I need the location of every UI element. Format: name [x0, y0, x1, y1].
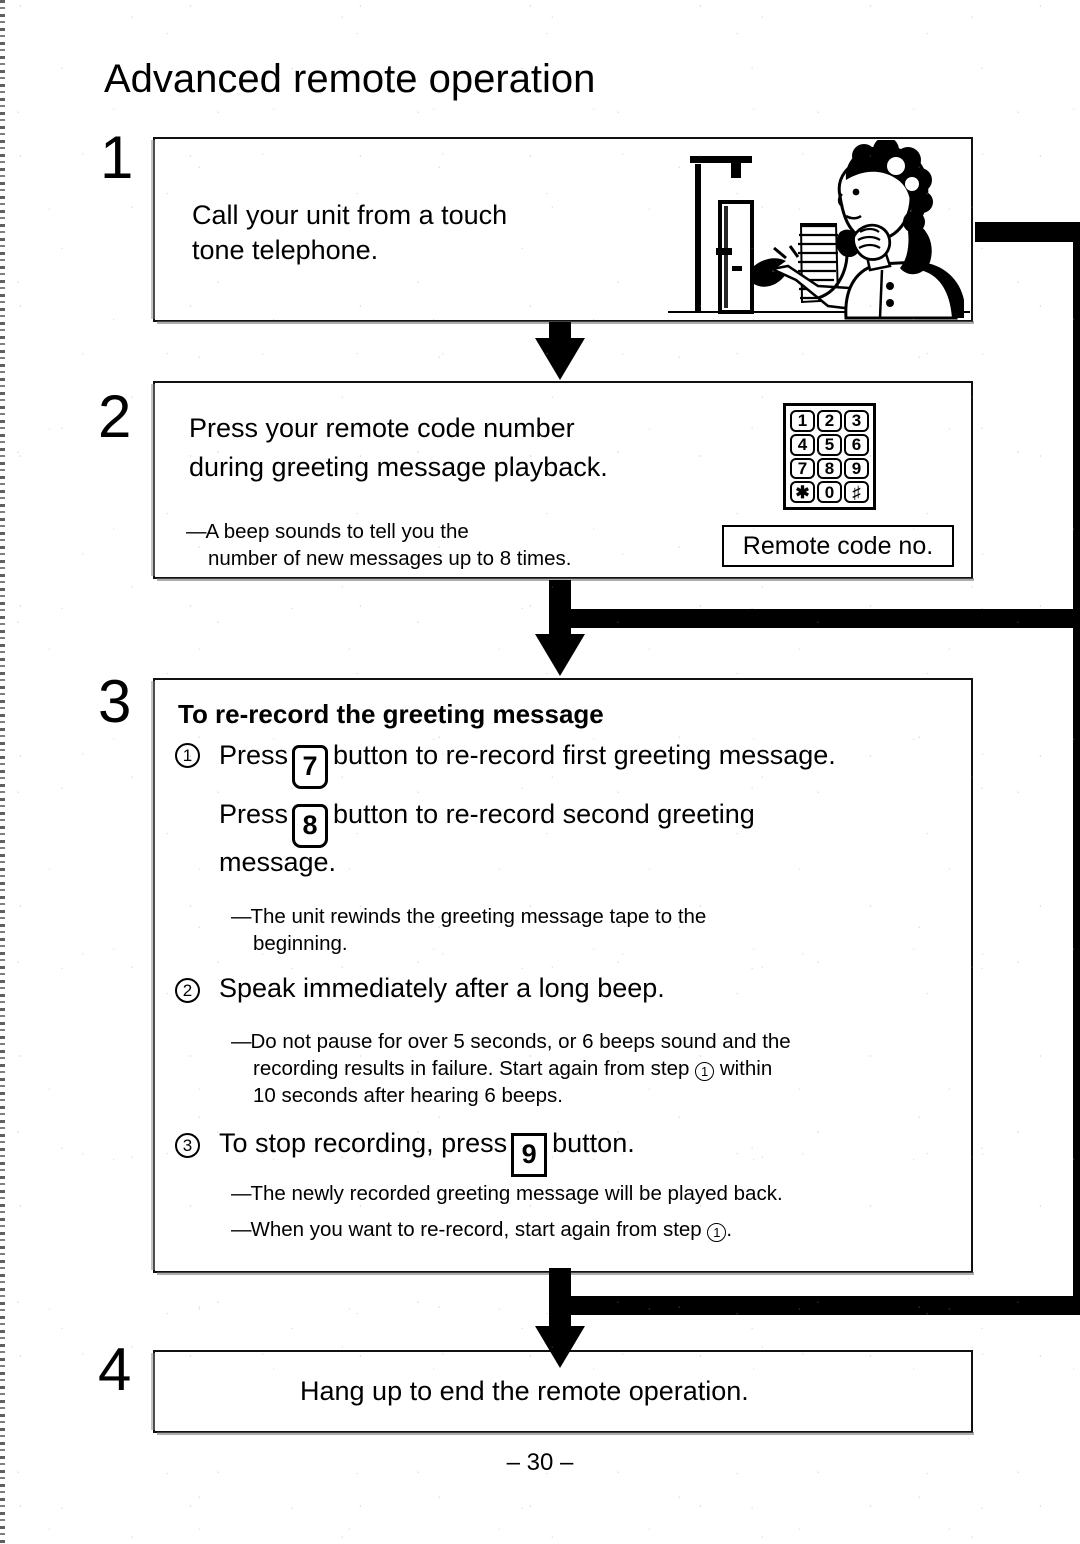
- key-chip-7[interactable]: 7: [292, 744, 329, 789]
- step-3-item-3: 3: [175, 1133, 200, 1158]
- inline-ref-circled-1: 1: [695, 1062, 715, 1081]
- step-2-text-line-1: Press your remote code number: [189, 413, 575, 443]
- note-dash: —: [231, 1030, 251, 1053]
- note-line-2b: within: [719, 1057, 773, 1080]
- keypad-key-2[interactable]: 2: [817, 410, 842, 432]
- step-3-item-1-line-1: Press 7 button to re-record first greeting…: [219, 738, 979, 789]
- step-number-3: 3: [98, 668, 132, 735]
- list-marker-circled-3: 3: [175, 1133, 200, 1158]
- step-2-note-line-1: A beep sounds to tell you the: [205, 520, 469, 543]
- press-suffix-2: button to re-record second greeting: [333, 799, 755, 829]
- note-line-2: beginning.: [253, 932, 348, 955]
- step-3-item-2-note: —Do not pause for over 5 seconds, or 6 b…: [231, 1028, 961, 1109]
- note-line-1a: When you want to re-record, start again …: [250, 1218, 702, 1241]
- step-3-heading: To re-record the greeting message: [178, 699, 604, 729]
- keypad-key-5[interactable]: 5: [817, 433, 842, 456]
- right-margin-rail: [1073, 225, 1080, 1315]
- note-line-1: The unit rewinds the greeting message ta…: [250, 905, 707, 928]
- remote-code-no-label: Remote code no.: [722, 525, 954, 567]
- key-chip-9[interactable]: 9: [511, 1132, 548, 1177]
- keypad-key-3[interactable]: 3: [844, 410, 869, 432]
- step-3-item-1-line-2: Press 8 button to re-record second greetin…: [219, 797, 979, 848]
- page-title: Advanced remote operation: [104, 57, 596, 101]
- step-3-item-3-text: To stop recording, press 9 button.: [219, 1126, 635, 1177]
- keypad-key-7[interactable]: 7: [790, 457, 815, 480]
- keypad-key-hash[interactable]: ♯: [844, 481, 869, 503]
- note-dash: —: [231, 1182, 251, 1205]
- flow-arrow-3-to-4: [530, 1268, 590, 1368]
- step-2-note-line-2: number of new messages up to 8 times.: [208, 547, 572, 570]
- note-line-1: Do not pause for over 5 seconds, or 6 be…: [250, 1030, 791, 1053]
- flow-arrow-2-to-3: [530, 580, 590, 678]
- step-2-text-line-2: during greeting message playback.: [189, 452, 608, 482]
- scan-edge-artifact: [0, 0, 5, 1544]
- press-suffix-1: button to re-record first greeting messa…: [333, 740, 836, 770]
- connector-bar-step2: [560, 609, 1080, 628]
- keypad-graphic: 1 2 3 4 5 6 7 8 9 ✱ 0 ♯: [783, 403, 876, 510]
- arrow-head: [535, 338, 585, 380]
- note-line-2a: recording results in failure. Start agai…: [253, 1057, 690, 1080]
- inline-ref-circled-1: 1: [707, 1223, 727, 1242]
- step-3-item-2-text: Speak immediately after a long beep.: [219, 973, 665, 1003]
- note-dash: —: [231, 1218, 251, 1241]
- flow-arrow-1-to-2: [530, 322, 590, 380]
- step-3-item-1-note: —The unit rewinds the greeting message t…: [231, 903, 951, 957]
- press-label-2: Press: [219, 799, 289, 829]
- step-1-text-line-1: Call your unit from a touch: [192, 200, 508, 230]
- stop-recording-suffix: button.: [552, 1128, 635, 1158]
- page-number: – 30 –: [506, 1449, 574, 1476]
- step-1-text-line-2: tone telephone.: [192, 235, 379, 265]
- step-number-4: 4: [98, 1336, 132, 1403]
- step-3-item-1-line-3: message.: [219, 847, 337, 877]
- keypad-key-star[interactable]: ✱: [790, 481, 815, 503]
- step-number-2: 2: [98, 383, 132, 450]
- arrow-stem: [549, 1268, 571, 1334]
- connector-bar-step1: [975, 222, 1080, 242]
- keypad-key-0[interactable]: 0: [817, 481, 842, 503]
- key-chip-8[interactable]: 8: [292, 803, 329, 848]
- keypad-key-1[interactable]: 1: [790, 410, 815, 432]
- arrow-head: [535, 1326, 585, 1368]
- step-3-item-3-note-1: —The newly recorded greeting message wil…: [231, 1180, 961, 1207]
- woman-on-payphone-illustration: [668, 140, 970, 320]
- step-2-note: —A beep sounds to tell you the number of…: [186, 518, 706, 572]
- arrow-head: [535, 634, 585, 676]
- list-marker-circled-1: 1: [175, 743, 200, 768]
- keypad-key-9[interactable]: 9: [844, 457, 869, 480]
- list-marker-circled-2: 2: [175, 978, 200, 1003]
- step-3-item-2: 2: [175, 978, 200, 1003]
- step-4-text: Hang up to end the remote operation.: [300, 1376, 749, 1406]
- arrow-stem: [549, 580, 571, 642]
- press-label-1: Press: [219, 740, 289, 770]
- step-3-item-1: 1: [175, 743, 200, 768]
- step-number-1: 1: [100, 124, 134, 191]
- keypad-key-4[interactable]: 4: [790, 433, 815, 456]
- note-line-3: 10 seconds after hearing 6 beeps.: [253, 1084, 563, 1107]
- connector-bar-step3: [560, 1296, 1080, 1315]
- step-3-item-3-note-2: —When you want to re-record, start again…: [231, 1216, 961, 1243]
- stop-recording-label: To stop recording, press: [219, 1128, 508, 1158]
- note-dash: —: [231, 905, 251, 928]
- note-dash: —: [186, 520, 206, 543]
- keypad-key-8[interactable]: 8: [817, 457, 842, 480]
- note-line-1: The newly recorded greeting message will…: [250, 1182, 783, 1205]
- keypad-key-6[interactable]: 6: [844, 433, 869, 456]
- note-line-1b: .: [726, 1218, 733, 1241]
